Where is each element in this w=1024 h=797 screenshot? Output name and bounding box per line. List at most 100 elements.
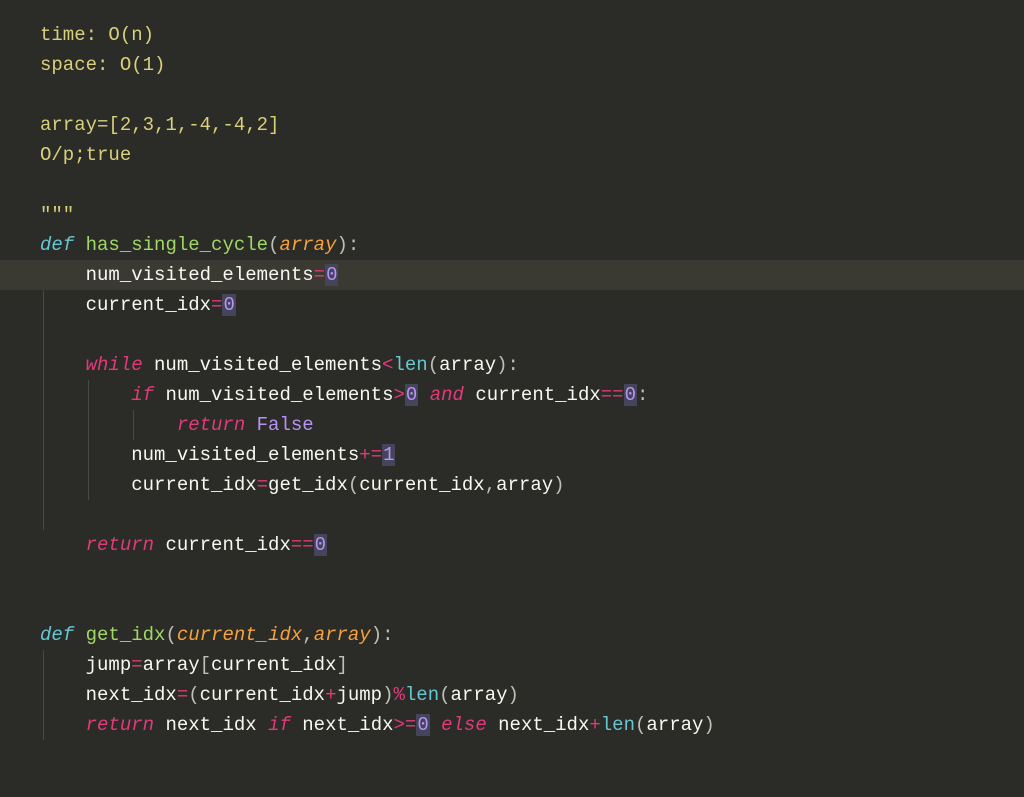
paren: ( — [348, 474, 359, 496]
keyword-return: return — [177, 414, 245, 436]
code-line — [40, 560, 1024, 590]
identifier: jump — [86, 654, 132, 676]
code-line: if num_visited_elements>0 and current_id… — [40, 380, 1024, 410]
code-editor[interactable]: time: O(n) space: O(1) array=[2,3,1,-4,-… — [0, 0, 1024, 740]
docstring-end: """ — [40, 204, 74, 226]
identifier: current_idx — [200, 684, 325, 706]
paren: ( — [635, 714, 646, 736]
keyword-while: while — [86, 354, 143, 376]
operator: = — [131, 654, 142, 676]
paren: ) — [382, 684, 393, 706]
comma: , — [302, 624, 313, 646]
builtin-len: len — [405, 684, 439, 706]
identifier: jump — [336, 684, 382, 706]
code-line-highlighted: num_visited_elements=0 — [0, 260, 1024, 290]
keyword-return: return — [86, 714, 154, 736]
keyword-if: if — [131, 384, 154, 406]
identifier: array — [143, 654, 200, 676]
if-body: return False — [40, 410, 1024, 440]
keyword-def: def — [40, 234, 74, 256]
keyword-and: and — [430, 384, 464, 406]
operator: > — [393, 384, 404, 406]
identifier: next_idx — [498, 714, 589, 736]
function-body: num_visited_elements=0 current_idx=0 whi… — [40, 260, 1024, 560]
identifier: array — [451, 684, 508, 706]
identifier: current_idx — [86, 294, 211, 316]
docstring-text: space: O(1) — [40, 54, 165, 76]
comma: , — [485, 474, 496, 496]
bracket: [ — [200, 654, 211, 676]
code-line: def get_idx(current_idx,array): — [40, 620, 1024, 650]
operator: += — [359, 444, 382, 466]
colon: : — [382, 624, 393, 646]
builtin-len: len — [601, 714, 635, 736]
identifier: num_visited_elements — [165, 384, 393, 406]
paren: ( — [268, 234, 279, 256]
param: array — [314, 624, 371, 646]
identifier: array — [646, 714, 703, 736]
operator: = — [177, 684, 188, 706]
function-call: get_idx — [268, 474, 348, 496]
number-literal: 0 — [416, 714, 429, 736]
constant-false: False — [257, 414, 314, 436]
docstring-text: O/p;true — [40, 144, 131, 166]
code-line — [40, 170, 1024, 200]
paren: ( — [188, 684, 199, 706]
code-line — [40, 320, 1024, 350]
keyword-return: return — [86, 534, 154, 556]
function-body: jump=array[current_idx] next_idx=(curren… — [40, 650, 1024, 740]
keyword-else: else — [441, 714, 487, 736]
operator: % — [393, 684, 404, 706]
code-line: jump=array[current_idx] — [40, 650, 1024, 680]
code-line: """ — [40, 200, 1024, 230]
docstring-text: time: O(n) — [40, 24, 154, 46]
code-line: array=[2,3,1,-4,-4,2] — [40, 110, 1024, 140]
operator: = — [314, 264, 325, 286]
paren: ( — [428, 354, 439, 376]
colon: : — [508, 354, 519, 376]
paren: ( — [439, 684, 450, 706]
paren: ) — [508, 684, 519, 706]
keyword-if: if — [268, 714, 291, 736]
identifier: next_idx — [86, 684, 177, 706]
bracket: ] — [336, 654, 347, 676]
code-line: O/p;true — [40, 140, 1024, 170]
operator: < — [382, 354, 393, 376]
colon: : — [637, 384, 648, 406]
paren: ) — [336, 234, 347, 256]
code-line — [40, 590, 1024, 620]
code-line — [40, 80, 1024, 110]
keyword-def: def — [40, 624, 74, 646]
number-literal: 1 — [382, 444, 395, 466]
identifier: num_visited_elements — [86, 264, 314, 286]
code-line: next_idx=(current_idx+jump)%len(array) — [40, 680, 1024, 710]
colon: : — [348, 234, 359, 256]
function-name: has_single_cycle — [86, 234, 268, 256]
number-literal: 0 — [314, 534, 327, 556]
identifier: array — [496, 474, 553, 496]
identifier: current_idx — [475, 384, 600, 406]
number-literal: 0 — [624, 384, 637, 406]
while-body: if num_visited_elements>0 and current_id… — [40, 380, 1024, 500]
operator: == — [601, 384, 624, 406]
code-line: return False — [40, 410, 1024, 440]
code-line: space: O(1) — [40, 50, 1024, 80]
code-line: time: O(n) — [40, 20, 1024, 50]
operator: + — [325, 684, 336, 706]
code-line: num_visited_elements+=1 — [40, 440, 1024, 470]
operator: + — [589, 714, 600, 736]
operator: = — [257, 474, 268, 496]
identifier: num_visited_elements — [131, 444, 359, 466]
identifier: current_idx — [165, 534, 290, 556]
operator: = — [211, 294, 222, 316]
paren: ( — [165, 624, 176, 646]
operator: >= — [394, 714, 417, 736]
identifier: array — [439, 354, 496, 376]
paren: ) — [703, 714, 714, 736]
param: array — [279, 234, 336, 256]
number-literal: 0 — [325, 264, 338, 286]
code-line: while num_visited_elements<len(array): — [40, 350, 1024, 380]
number-literal: 0 — [405, 384, 418, 406]
identifier: current_idx — [359, 474, 484, 496]
operator: == — [291, 534, 314, 556]
